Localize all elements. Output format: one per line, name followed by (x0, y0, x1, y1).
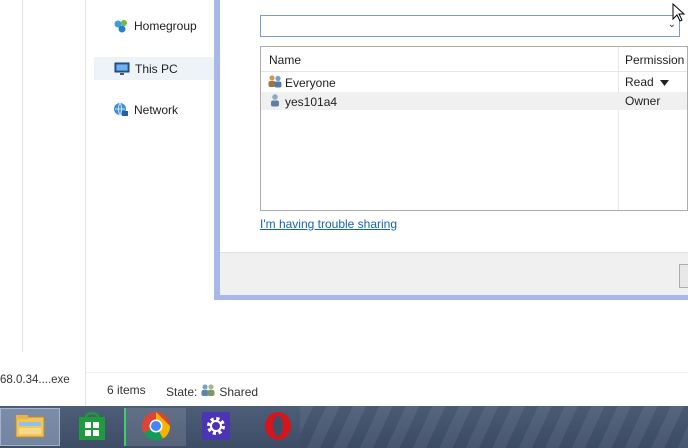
network-icon (112, 102, 130, 118)
computer-icon (113, 61, 131, 77)
folder-icon (15, 413, 45, 442)
store-icon (77, 411, 107, 444)
status-bar: 6 items State: Shared (86, 372, 688, 407)
trouble-sharing-link[interactable]: I'm having trouble sharing (260, 217, 397, 231)
state-label: State: (166, 384, 198, 399)
list-item[interactable]: yes101a4 Owner (261, 92, 687, 110)
permission-dropdown[interactable]: Read (625, 75, 669, 89)
file-list-pane (0, 0, 86, 406)
column-divider (618, 47, 619, 210)
list-header: Name Permission l (261, 47, 688, 72)
user-name: Everyone (285, 75, 336, 90)
taskbar-chrome[interactable] (124, 408, 186, 446)
group-icon (267, 74, 283, 91)
user-name-cell: Everyone (267, 74, 336, 91)
shared-people-icon (200, 383, 216, 400)
opera-icon (263, 411, 293, 444)
taskbar-settings[interactable] (186, 408, 246, 446)
mouse-cursor-icon (672, 2, 686, 26)
taskbar (0, 406, 688, 448)
pane-scroll-line (22, 0, 23, 352)
item-count: 6 items (107, 383, 146, 397)
column-header-permission[interactable]: Permission l (625, 53, 688, 67)
navigation-pane: Homegroup This PC Network (86, 0, 216, 372)
column-header-name[interactable]: Name (269, 53, 301, 67)
share-button[interactable] (679, 264, 688, 288)
taskbar-store[interactable] (62, 408, 122, 446)
permission-level-cell: Owner (625, 94, 660, 108)
taskbar-file-explorer[interactable] (0, 408, 60, 446)
homegroup-icon (112, 18, 130, 34)
nav-item-homegroup[interactable]: Homegroup (94, 15, 214, 36)
user-name-cell: yes101a4 (267, 93, 337, 110)
gear-icon (201, 411, 231, 444)
state-value: Shared (219, 384, 259, 399)
nav-item-label: Homegroup (134, 18, 197, 33)
chrome-icon (141, 411, 171, 444)
dialog-button-bar (220, 252, 688, 295)
user-name: yes101a4 (285, 94, 338, 109)
file-item-exe[interactable]: 68.0.34....exe (0, 374, 70, 386)
nav-item-this-pc[interactable]: This PC (94, 57, 216, 80)
nav-item-network[interactable]: Network (94, 99, 214, 120)
permission-level: Owner (625, 94, 661, 108)
permission-level: Read (625, 75, 654, 89)
list-item[interactable]: Everyone Read (261, 73, 687, 91)
user-icon (267, 93, 283, 110)
taskbar-wallpaper (300, 406, 688, 448)
dropdown-arrow-icon[interactable] (659, 75, 669, 89)
share-state: State: Shared (166, 383, 258, 400)
taskbar-opera[interactable] (248, 408, 308, 446)
add-user-combobox[interactable]: ⌄ (260, 15, 680, 37)
nav-item-label: Network (134, 102, 179, 117)
nav-item-label: This PC (135, 61, 178, 76)
sharing-user-list: Name Permission l Everyone Read yes101a4… (260, 46, 688, 211)
